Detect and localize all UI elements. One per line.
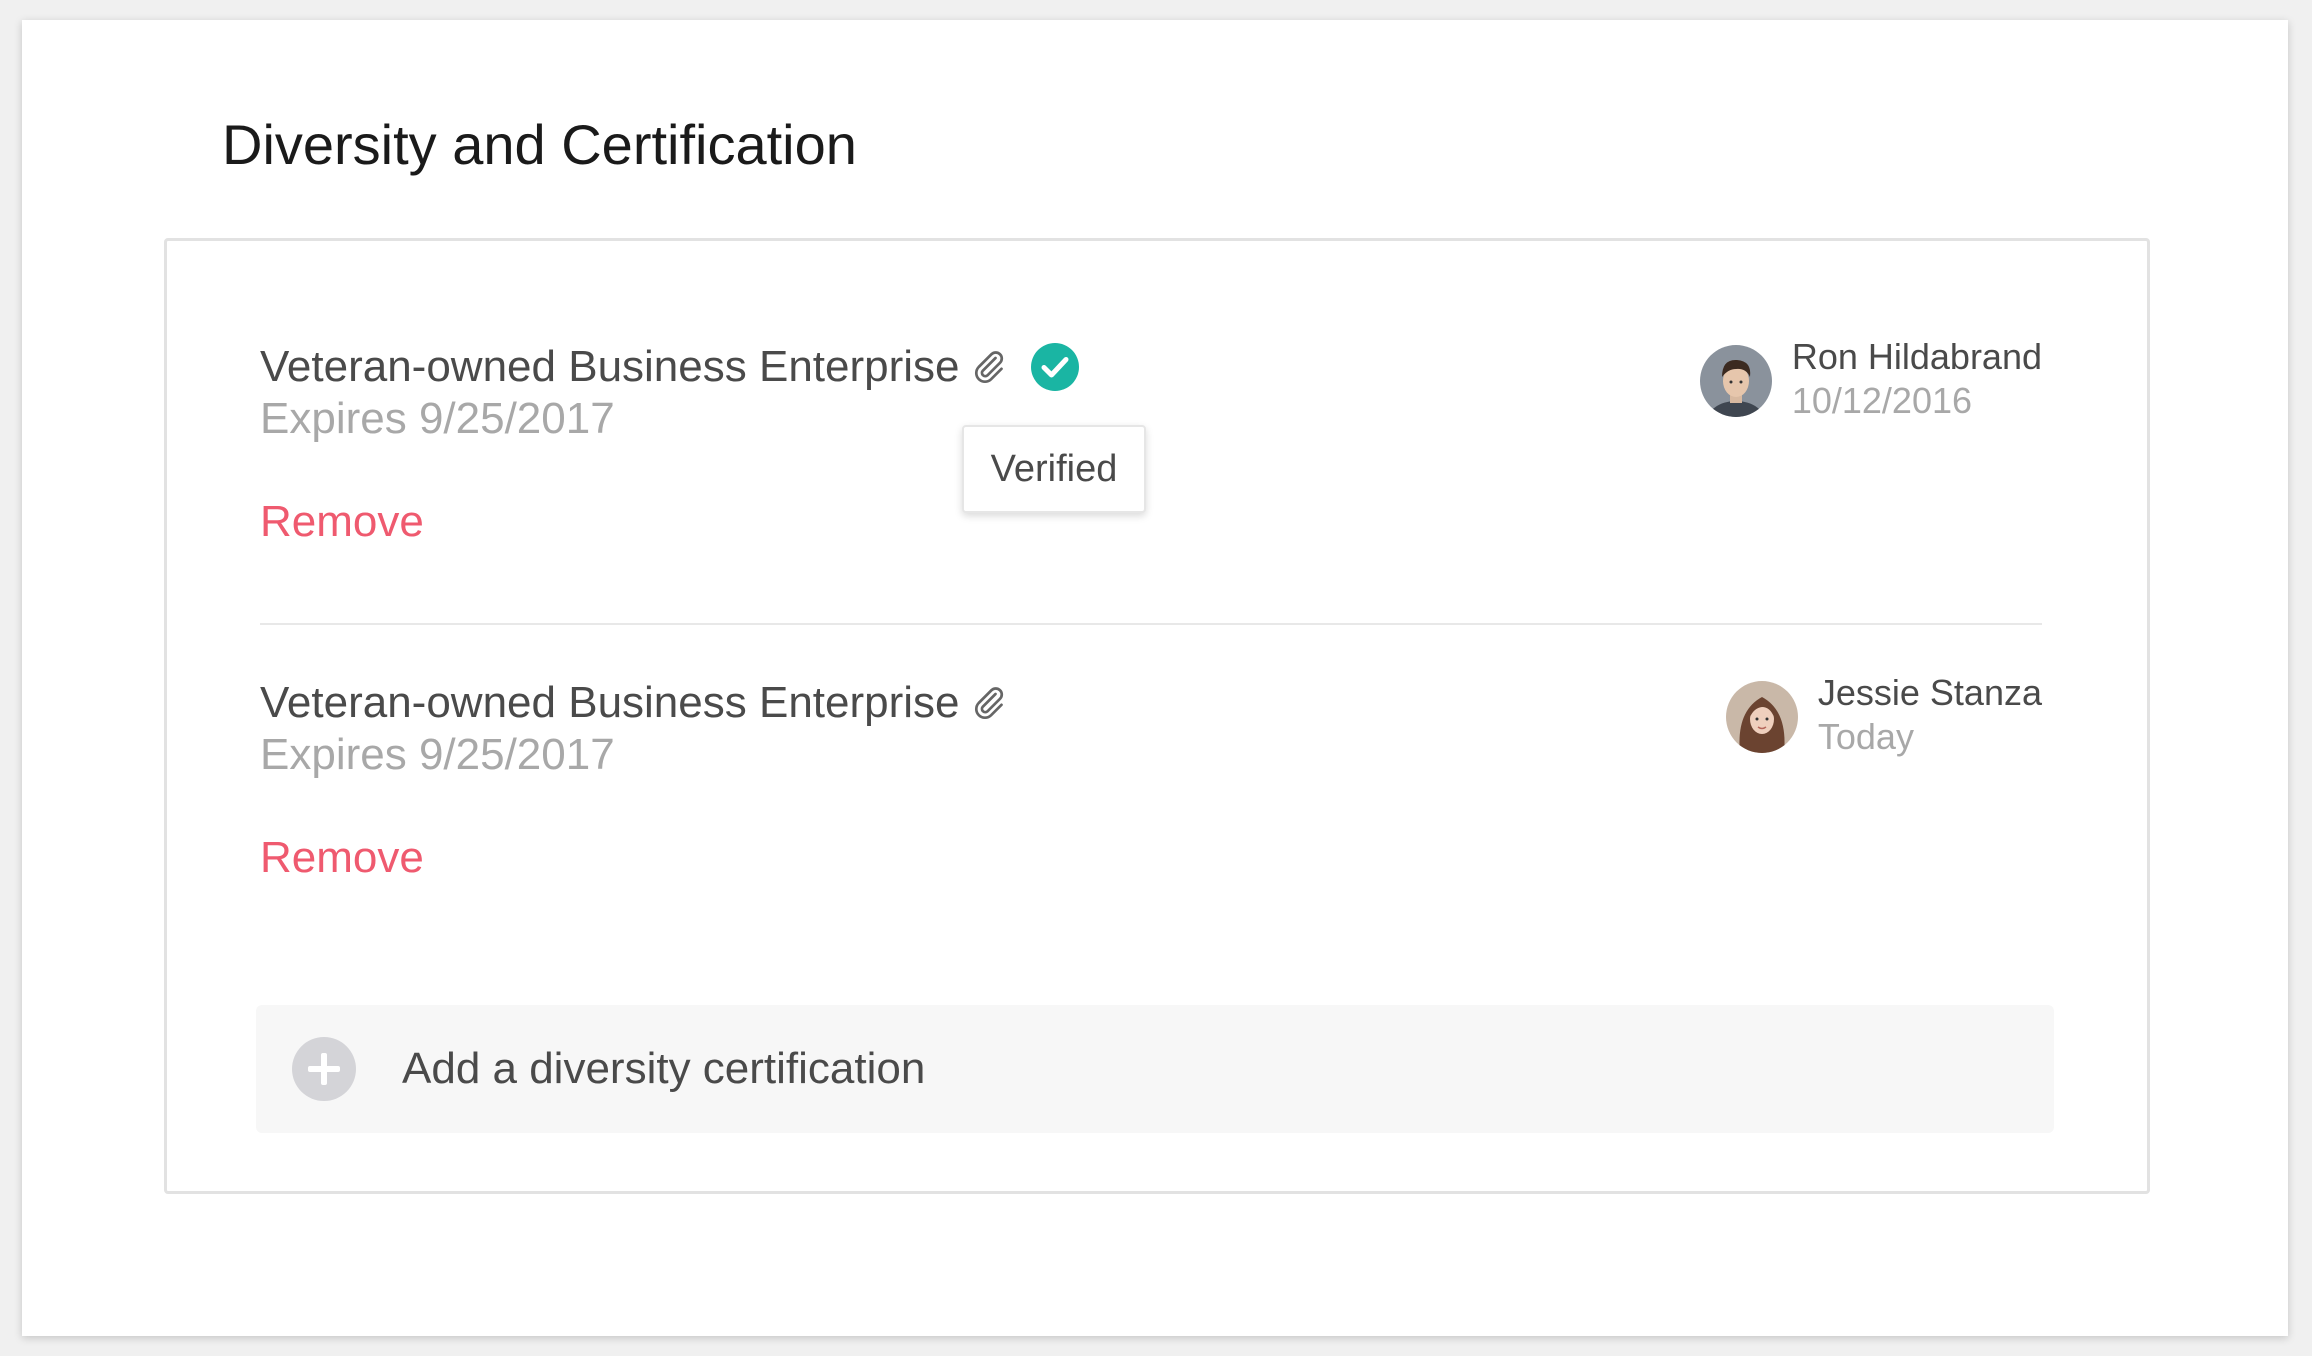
remove-button[interactable]: Remove [260,497,424,547]
remove-button[interactable]: Remove [260,833,424,883]
add-certification-label: Add a diversity certification [402,1044,926,1093]
certification-name: Veteran-owned Business Enterprise [260,342,960,391]
user-text: Ron Hildabrand 10/12/2016 [1792,335,2042,423]
user-info: Ron Hildabrand 10/12/2016 [1699,335,2042,423]
user-date: Today [1817,716,1914,757]
avatar [1725,681,1798,753]
certification-name: Veteran-owned Business Enterprise [260,678,960,727]
add-certification-button[interactable]: Add a diversity certification [256,1005,2054,1133]
certification-item: Veteran-owned Business Enterprise Expire… [260,672,2042,882]
user-name: Jessie Stanza [1817,672,2042,713]
user-name: Ron Hildabrand [1791,336,2042,377]
user-text: Jessie Stanza Today [1818,671,2042,759]
certification-item: Veteran-owned Business Enterprise Expire… [260,336,2042,546]
paperclip-icon[interactable] [970,347,1006,387]
user-info: Jessie Stanza Today [1725,671,2042,759]
verified-check-icon[interactable] [1030,342,1080,392]
avatar [1699,345,1772,417]
plus-circle-icon [292,1037,356,1101]
verified-tooltip: Verified [962,425,1146,513]
certifications-card: Veteran-owned Business Enterprise Expire… [164,238,2150,1194]
paperclip-icon[interactable] [970,683,1006,723]
page: Diversity and Certification Veteran-owne… [22,20,2288,1336]
user-date: 10/12/2016 [1791,380,1973,421]
page-title: Diversity and Certification [222,113,857,176]
divider [260,623,2042,625]
